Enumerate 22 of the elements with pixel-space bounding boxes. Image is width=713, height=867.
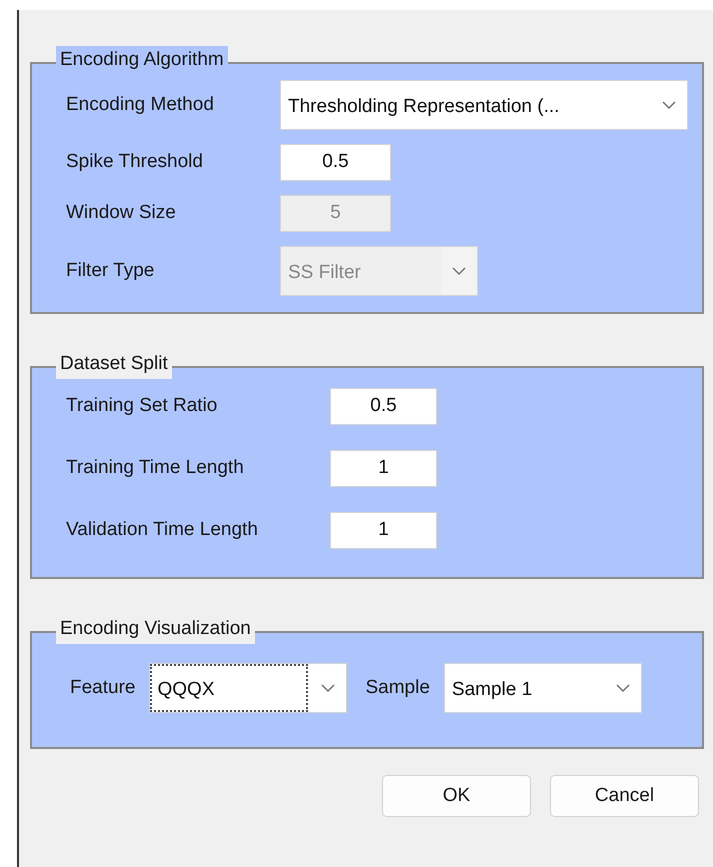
chevron-down-icon <box>614 683 631 693</box>
chevron-down-icon <box>661 100 677 110</box>
field-label: Sample <box>365 676 430 700</box>
input-field[interactable]: 0.5 <box>280 144 391 181</box>
dialog-button[interactable]: Cancel <box>550 775 699 817</box>
field-label: Filter Type <box>66 258 156 283</box>
field-label: Window Size <box>66 201 177 226</box>
field-label: Training Set Ratio <box>66 394 218 418</box>
dialog-button[interactable]: OK <box>382 775 531 817</box>
field-label: Encoding Method <box>66 92 215 117</box>
field-label: Validation Time Length <box>66 518 259 542</box>
field-label: Spike Threshold <box>66 150 204 174</box>
input-field[interactable]: 1 <box>330 512 437 549</box>
chevron-down-icon <box>451 266 467 276</box>
dropdown[interactable]: QQQX <box>149 663 348 713</box>
chevron-down-icon <box>320 683 336 693</box>
field-label: Feature <box>70 676 136 700</box>
input-field[interactable]: 1 <box>330 450 437 487</box>
dropdown[interactable]: Sample 1 <box>444 663 642 713</box>
field-label: Training Time Length <box>66 456 245 480</box>
input-field[interactable]: 0.5 <box>330 388 437 425</box>
dropdown[interactable]: Thresholding Representation (... <box>280 80 688 130</box>
